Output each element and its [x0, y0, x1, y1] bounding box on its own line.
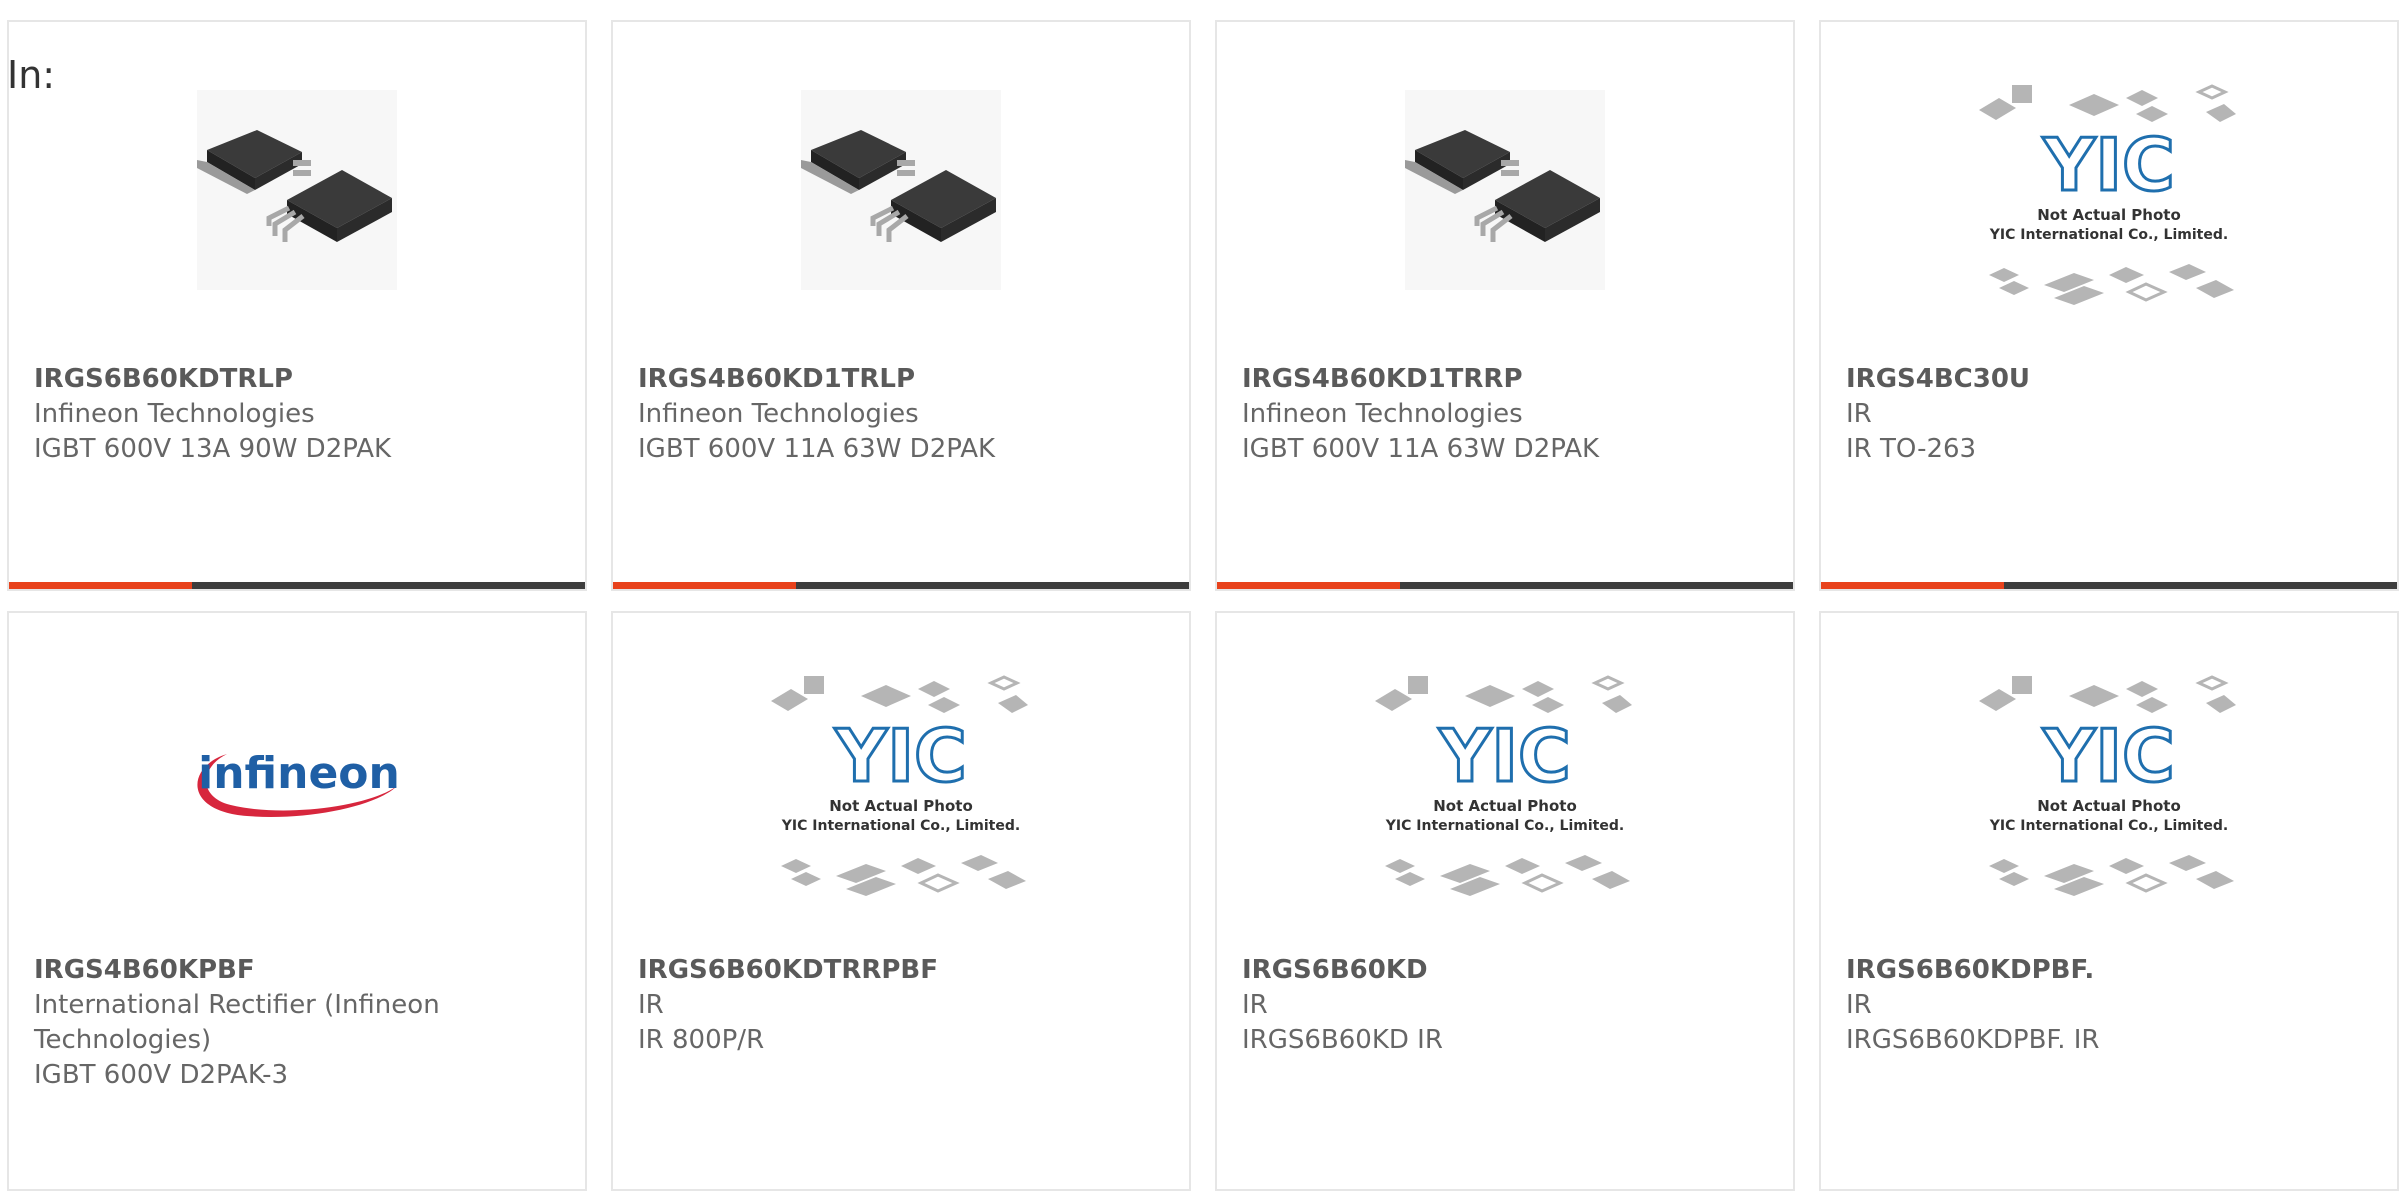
product-card[interactable]: YIC Not Actual Photo YIC International Co.… [1819, 20, 2399, 591]
product-card[interactable]: IRGS4B60KD1TRLP Infineon Technologies IGBT… [611, 20, 1191, 591]
product-manufacturer: IR [1846, 399, 1872, 429]
product-image[interactable]: YIC Not Actual Photo YIC International Co.… [1217, 661, 1793, 901]
placeholder-caption-1: Not Actual Photo [2037, 797, 2181, 815]
not-actual-photo-placeholder: YICNot Actual Photo YIC International Co.… [1979, 675, 2236, 896]
product-manufacturer: IR [1846, 990, 1872, 1020]
product-grid: IRGS6B60KDTRLP Infineon Technologies IGBT … [7, 20, 2400, 1191]
not-actual-photo-placeholder: YICNot Actual Photo YIC International Co.… [1979, 84, 2236, 305]
product-part-number[interactable]: IRGS4B60KD1TRRP [1242, 362, 1768, 397]
product-part-number[interactable]: IRGS6B60KD [1242, 953, 1768, 988]
d2pak-component-photo [801, 90, 1001, 290]
card-hover-bar [613, 582, 1189, 589]
yic-logo-text: YIC [2042, 714, 2175, 798]
card-hover-bar [9, 582, 585, 589]
product-image[interactable]: infineon [9, 661, 585, 901]
product-manufacturer: IR [1242, 990, 1268, 1020]
infineon-logo: infineon [197, 748, 400, 817]
product-card[interactable]: YIC Not Actual Photo YIC International Co.… [1215, 611, 1795, 1191]
d2pak-component-photo [197, 90, 397, 290]
product-card[interactable]: IRGS4B60KD1TRRP Infineon Technologies IGBT… [1215, 20, 1795, 591]
product-info: IRGS4B60KD1TRRP Infineon Technologies IGBT… [1242, 362, 1768, 467]
product-description: IRGS6B60KD IR [1242, 1025, 1443, 1055]
product-info: IRGS4BC30U IR IR TO-263 [1846, 362, 2372, 467]
card-bar-accent [1217, 582, 1400, 589]
product-description: IR 800P/R [638, 1025, 765, 1055]
placeholder-caption-1: Not Actual Photo [829, 797, 973, 815]
page-heading: In: [7, 53, 56, 97]
product-info: IRGS6B60KDPBF. IR IRGS6B60KDPBF. IR [1846, 953, 2372, 1058]
product-card[interactable]: IRGS6B60KDTRLP Infineon Technologies IGBT … [7, 20, 587, 591]
product-manufacturer: Infineon Technologies [1242, 399, 1523, 429]
product-card[interactable]: infineon IRGS4B60KPBF International Rectif… [7, 611, 587, 1191]
product-part-number[interactable]: IRGS6B60KDTRLP [34, 362, 560, 397]
product-info: IRGS4B60KD1TRLP Infineon Technologies IGBT… [638, 362, 1164, 467]
yic-logo-text: YIC [834, 714, 967, 798]
product-part-number[interactable]: IRGS6B60KDPBF. [1846, 953, 2372, 988]
product-manufacturer: IR [638, 990, 664, 1020]
placeholder-caption-1: Not Actual Photo [2037, 206, 2181, 224]
placeholder-caption-1: Not Actual Photo [1433, 797, 1577, 815]
card-bar-accent [613, 582, 796, 589]
product-image[interactable]: YIC Not Actual Photo YIC International Co.… [1821, 70, 2397, 310]
product-card[interactable]: YIC Not Actual Photo YIC International Co.… [611, 611, 1191, 1191]
d2pak-component-photo [1405, 90, 1605, 290]
placeholder-caption-2: YIC International Co., Limited. [1989, 227, 2228, 243]
card-hover-bar [1821, 582, 2397, 589]
product-image[interactable] [1217, 70, 1793, 310]
product-image[interactable]: YIC Not Actual Photo YIC International Co.… [1821, 661, 2397, 901]
placeholder-caption-2: YIC International Co., Limited. [1385, 818, 1624, 834]
product-description: IGBT 600V 11A 63W D2PAK [638, 434, 996, 464]
card-hover-bar [1217, 582, 1793, 589]
product-info: IRGS4B60KPBF International Rectifier (Inf… [34, 953, 560, 1093]
placeholder-caption-2: YIC International Co., Limited. [1989, 818, 2228, 834]
product-info: IRGS6B60KDTRRPBF IR IR 800P/R [638, 953, 1164, 1058]
product-description: IRGS6B60KDPBF. IR [1846, 1025, 2100, 1055]
product-manufacturer: Infineon Technologies [34, 399, 315, 429]
product-image[interactable]: YIC Not Actual Photo YIC International Co.… [613, 661, 1189, 901]
product-card[interactable]: YIC Not Actual Photo YIC International Co.… [1819, 611, 2399, 1191]
yic-logo-text: YIC [1438, 714, 1571, 798]
card-bar-accent [1821, 582, 2004, 589]
product-manufacturer: International Rectifier (Infineon Techno… [34, 990, 440, 1055]
product-manufacturer: Infineon Technologies [638, 399, 919, 429]
product-part-number[interactable]: IRGS4B60KD1TRLP [638, 362, 1164, 397]
not-actual-photo-placeholder: YICNot Actual Photo YIC International Co.… [771, 675, 1028, 896]
product-part-number[interactable]: IRGS4B60KPBF [34, 953, 560, 988]
yic-logo-text: YIC [2042, 123, 2175, 207]
product-description: IR TO-263 [1846, 434, 1977, 464]
product-image[interactable] [9, 70, 585, 310]
not-actual-photo-placeholder: YICNot Actual Photo YIC International Co.… [1375, 675, 1632, 896]
card-bar-accent [9, 582, 192, 589]
infineon-logo-text: infineon [198, 748, 400, 799]
product-part-number[interactable]: IRGS4BC30U [1846, 362, 2372, 397]
product-description: IGBT 600V 13A 90W D2PAK [34, 434, 392, 464]
product-description: IGBT 600V D2PAK-3 [34, 1060, 289, 1090]
product-part-number[interactable]: IRGS6B60KDTRRPBF [638, 953, 1164, 988]
product-info: IRGS6B60KDTRLP Infineon Technologies IGBT … [34, 362, 560, 467]
product-description: IGBT 600V 11A 63W D2PAK [1242, 434, 1600, 464]
product-info: IRGS6B60KD IR IRGS6B60KD IR [1242, 953, 1768, 1058]
placeholder-caption-2: YIC International Co., Limited. [781, 818, 1020, 834]
product-image[interactable] [613, 70, 1189, 310]
